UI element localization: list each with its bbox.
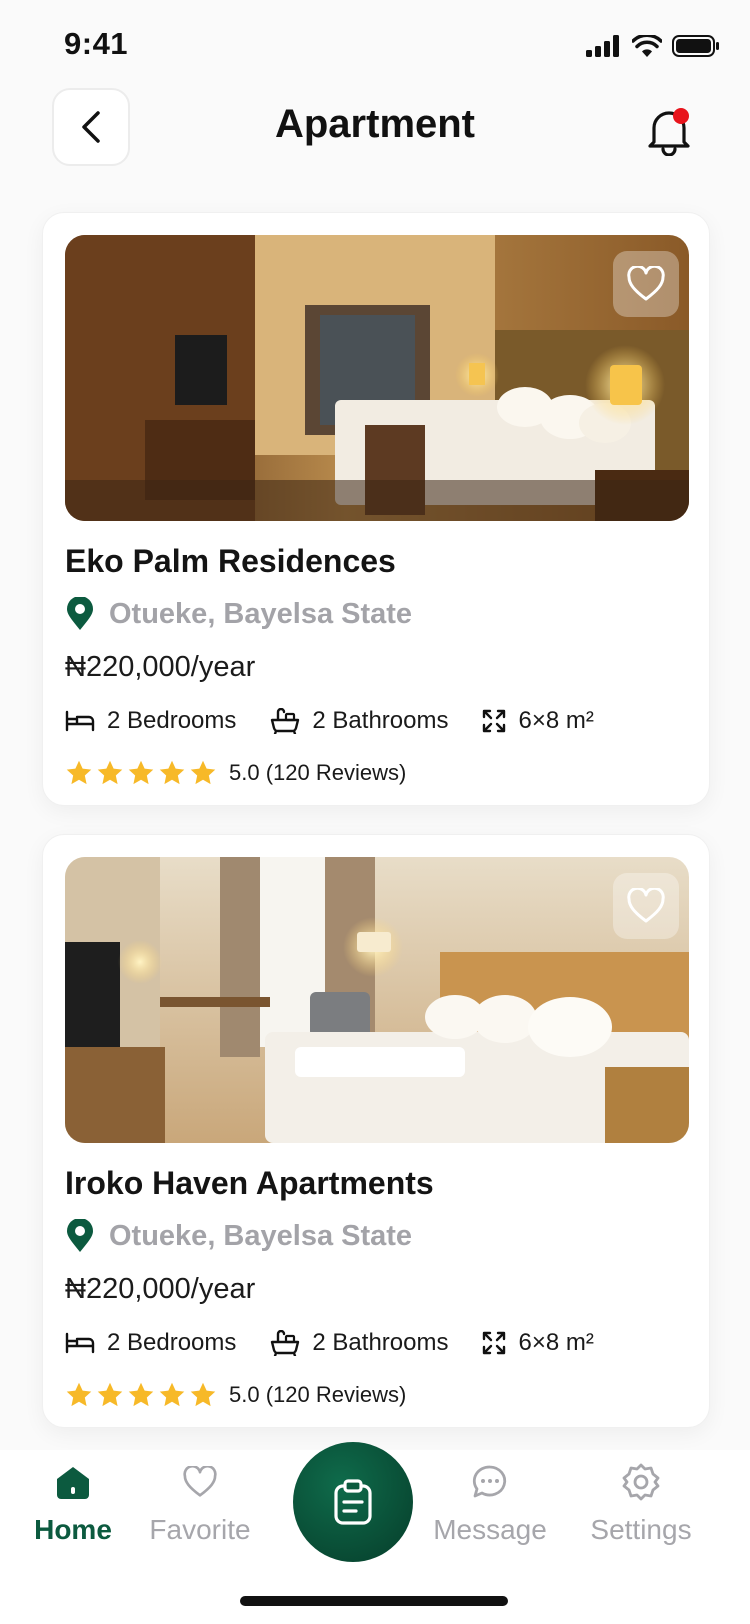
star-icon xyxy=(128,760,154,785)
listing-location: Otueke, Bayelsa State xyxy=(65,597,412,631)
star-icon xyxy=(97,1382,123,1407)
heart-icon xyxy=(627,266,665,301)
signal-icon xyxy=(586,35,619,57)
bed-icon xyxy=(65,710,95,732)
location-pin-icon xyxy=(67,597,93,630)
bathrooms-feature: 2 Bathrooms xyxy=(270,1329,448,1357)
listing-card[interactable]: Eko Palm Residences Otueke, Bayelsa Stat… xyxy=(42,212,710,806)
bedrooms-feature: 2 Bedrooms xyxy=(65,1329,236,1357)
home-icon xyxy=(57,1467,89,1499)
listing-features: 2 Bedrooms 2 Bathrooms 6×8 m² xyxy=(65,707,628,735)
star-icon xyxy=(128,1382,154,1407)
center-action-button[interactable] xyxy=(293,1442,413,1562)
listing-photo xyxy=(65,235,689,521)
bathtub-icon xyxy=(271,708,300,734)
rating-text: 5.0 (120 Reviews) xyxy=(229,1382,407,1407)
area-text: 6×8 m² xyxy=(518,1329,594,1356)
listing-price: ₦220,000/year xyxy=(65,651,256,683)
star-rating xyxy=(65,759,217,787)
area-icon xyxy=(483,709,506,733)
bedrooms-text: 2 Bedrooms xyxy=(107,1329,237,1356)
nav-message[interactable]: Message xyxy=(430,1460,550,1546)
area-feature: 6×8 m² xyxy=(482,707,594,735)
favorite-button[interactable] xyxy=(613,251,679,317)
star-rating xyxy=(65,1381,217,1409)
bathtub-icon xyxy=(271,1330,300,1356)
nav-message-label: Message xyxy=(433,1514,547,1545)
notification-button[interactable] xyxy=(644,104,694,157)
listing-price: ₦220,000/year xyxy=(65,1273,256,1305)
area-feature: 6×8 m² xyxy=(482,1329,594,1357)
listing-rating: 5.0 (120 Reviews) xyxy=(65,1381,406,1409)
listing-name[interactable]: Eko Palm Residences xyxy=(65,543,396,580)
area-text: 6×8 m² xyxy=(518,707,594,734)
favorite-button[interactable] xyxy=(613,873,679,939)
star-icon xyxy=(159,1382,185,1407)
clipboard-icon xyxy=(334,1479,372,1525)
status-icons xyxy=(586,34,720,58)
page-title: Apartment xyxy=(274,102,476,146)
nav-settings[interactable]: Settings xyxy=(584,1460,698,1546)
status-time: 9:41 xyxy=(64,26,129,61)
home-indicator xyxy=(240,1596,508,1606)
location-text: Otueke, Bayelsa State xyxy=(109,597,413,630)
star-icon xyxy=(66,1382,92,1407)
chat-icon xyxy=(472,1465,507,1498)
bed-icon xyxy=(65,1332,95,1354)
listing-rating: 5.0 (120 Reviews) xyxy=(65,759,406,787)
bathrooms-text: 2 Bathrooms xyxy=(312,707,449,734)
nav-settings-label: Settings xyxy=(590,1514,692,1545)
heart-icon xyxy=(627,888,665,923)
location-pin-icon xyxy=(67,1219,93,1252)
star-icon xyxy=(159,760,185,785)
listing-location: Otueke, Bayelsa State xyxy=(65,1219,412,1253)
heart-icon xyxy=(183,1466,217,1497)
rating-text: 5.0 (120 Reviews) xyxy=(229,760,407,785)
star-icon xyxy=(66,760,92,785)
listing-photo xyxy=(65,857,689,1143)
star-icon xyxy=(190,760,216,785)
listing-features: 2 Bedrooms 2 Bathrooms 6×8 m² xyxy=(65,1329,628,1357)
bathrooms-feature: 2 Bathrooms xyxy=(270,707,448,735)
area-icon xyxy=(483,1331,506,1355)
status-bar: 9:41 xyxy=(0,0,750,84)
wifi-icon xyxy=(632,35,662,57)
star-icon xyxy=(190,1382,216,1407)
location-text: Otueke, Bayelsa State xyxy=(109,1219,413,1252)
bathrooms-text: 2 Bathrooms xyxy=(312,1329,449,1356)
nav-favorite-label: Favorite xyxy=(149,1514,251,1545)
nav-home[interactable]: Home xyxy=(30,1460,116,1546)
star-icon xyxy=(97,760,123,785)
nav-favorite[interactable]: Favorite xyxy=(144,1460,256,1546)
gear-icon xyxy=(622,1463,660,1501)
bedrooms-text: 2 Bedrooms xyxy=(107,707,237,734)
bell-icon xyxy=(648,108,690,157)
listing-card[interactable]: Iroko Haven Apartments Otueke, Bayelsa S… xyxy=(42,834,710,1428)
bedrooms-feature: 2 Bedrooms xyxy=(65,707,236,735)
battery-icon xyxy=(672,35,719,57)
nav-home-label: Home xyxy=(34,1514,112,1545)
listing-name[interactable]: Iroko Haven Apartments xyxy=(65,1165,434,1202)
